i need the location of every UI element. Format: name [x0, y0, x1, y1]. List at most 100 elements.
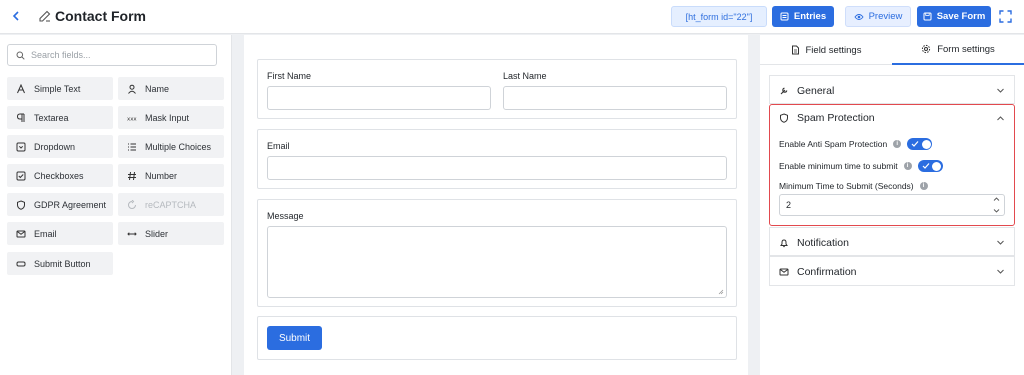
field-label: Checkboxes [34, 170, 84, 181]
field-simple-text[interactable]: Simple Text [7, 77, 113, 100]
field-label: Mask Input [145, 112, 190, 123]
tab-label: Form settings [937, 43, 995, 55]
notification-section[interactable]: Notification [769, 227, 1015, 256]
resize-handle-icon[interactable] [718, 289, 724, 295]
field-checkboxes[interactable]: Checkboxes [7, 164, 113, 187]
confirmation-section[interactable]: Confirmation [769, 256, 1015, 286]
min-seconds-value: 2 [786, 200, 792, 210]
toggle-knob [932, 161, 942, 171]
info-icon[interactable]: i [919, 182, 928, 190]
entries-label: Entries [793, 11, 827, 22]
confirmation-label: Confirmation [797, 265, 857, 278]
button-icon [16, 259, 26, 269]
toggle-knob [921, 139, 931, 149]
email-label: Email [267, 141, 290, 151]
field-label: Multiple Choices [145, 141, 212, 152]
field-email[interactable]: Email [7, 222, 113, 245]
entries-button[interactable]: Entries [772, 6, 834, 27]
chevron-down-icon [997, 269, 1004, 274]
save-form-button[interactable]: Save Form [917, 6, 991, 27]
settings-panel: Field settings Form settings General Spa… [760, 35, 1024, 375]
chevron-down-icon [997, 88, 1004, 93]
email-card[interactable]: Email [257, 129, 737, 189]
general-header[interactable]: General [770, 76, 1014, 105]
field-label: Email [34, 228, 57, 239]
info-icon[interactable]: i [893, 140, 902, 148]
save-form-label: Save Form [936, 11, 986, 22]
recaptcha-icon [127, 199, 137, 210]
first-name-input[interactable] [267, 86, 491, 110]
field-dropdown[interactable]: Dropdown [7, 135, 113, 158]
gear-icon [922, 44, 931, 54]
mask-icon: xxx [127, 113, 137, 123]
check-icon [911, 141, 919, 147]
save-icon [923, 12, 932, 21]
paragraph-icon [16, 113, 26, 123]
field-name[interactable]: Name [118, 77, 224, 100]
field-multiple-choices[interactable]: Multiple Choices [118, 135, 224, 158]
field-slider[interactable]: Slider [118, 222, 224, 245]
message-textarea[interactable] [267, 226, 727, 298]
stepper-up-icon[interactable] [993, 196, 1000, 202]
submit-card[interactable]: Submit [257, 316, 737, 360]
email-input[interactable] [267, 156, 727, 180]
first-name-label: First Name [267, 71, 312, 81]
field-label: GDPR Agreement [34, 199, 107, 210]
field-label: Textarea [34, 112, 69, 123]
general-section[interactable]: General [769, 75, 1015, 104]
tab-label: Field settings [805, 44, 862, 56]
tab-form-settings[interactable]: Form settings [892, 35, 1024, 65]
search-box [7, 44, 217, 66]
search-icon [16, 51, 25, 60]
message-card[interactable]: Message [257, 199, 737, 307]
shield-icon [16, 199, 26, 210]
chevron-down-icon [997, 240, 1004, 245]
min-seconds-label: Minimum Time to Submit (Seconds) [779, 181, 914, 191]
message-label: Message [267, 211, 304, 221]
field-label: reCAPTCHA [145, 199, 197, 210]
min-time-toggle[interactable] [917, 160, 943, 172]
notification-label: Notification [797, 236, 849, 249]
user-icon [127, 84, 137, 94]
submit-button[interactable]: Submit [267, 326, 322, 350]
field-submit-button[interactable]: Submit Button [7, 252, 113, 275]
anti-spam-toggle[interactable] [907, 138, 933, 150]
anti-spam-label: Enable Anti Spam Protection [779, 139, 888, 149]
name-row-card[interactable]: First Name Last Name [257, 59, 737, 119]
notification-header[interactable]: Notification [770, 228, 1014, 257]
min-time-label: Enable minimum time to submit [779, 161, 898, 171]
field-gdpr-agreement[interactable]: GDPR Agreement [7, 193, 113, 216]
edit-icon[interactable] [38, 9, 52, 23]
confirmation-header[interactable]: Confirmation [770, 257, 1014, 286]
bell-icon [780, 238, 788, 247]
field-label: Submit Button [34, 258, 91, 269]
back-button[interactable] [8, 8, 24, 24]
shield-icon [780, 113, 788, 123]
spam-protection-header[interactable]: Spam Protection [770, 105, 1014, 131]
tab-field-settings[interactable]: Field settings [760, 35, 892, 65]
svg-text:xxx: xxx [127, 116, 137, 122]
last-name-input[interactable] [503, 86, 727, 110]
field-label: Simple Text [34, 83, 81, 94]
preview-label: Preview [868, 11, 903, 22]
preview-button[interactable]: Preview [845, 6, 911, 27]
general-label: General [797, 84, 835, 97]
list-icon [127, 142, 137, 152]
fullscreen-icon[interactable] [998, 9, 1013, 24]
min-seconds-row: Minimum Time to Submit (Seconds) i [779, 181, 928, 191]
spam-protection-section: Spam Protection Enable Anti Spam Protect… [769, 104, 1015, 226]
info-icon[interactable]: i [903, 162, 912, 170]
shortcode-badge[interactable]: [ht_form id="22"] [671, 6, 767, 27]
field-textarea[interactable]: Textarea [7, 106, 113, 129]
settings-tabs: Field settings Form settings [760, 35, 1024, 65]
field-label: Name [145, 83, 170, 94]
number-stepper[interactable] [991, 196, 1001, 214]
field-label: Dropdown [34, 141, 76, 152]
field-mask-input[interactable]: xxx Mask Input [118, 106, 224, 129]
field-number[interactable]: Number [118, 164, 224, 187]
stepper-down-icon[interactable] [993, 208, 1000, 214]
mail-icon [779, 268, 789, 275]
search-input[interactable] [31, 50, 201, 60]
min-seconds-input[interactable]: 2 [779, 194, 1005, 216]
form-canvas: First Name Last Name Email Message Submi… [244, 35, 748, 375]
